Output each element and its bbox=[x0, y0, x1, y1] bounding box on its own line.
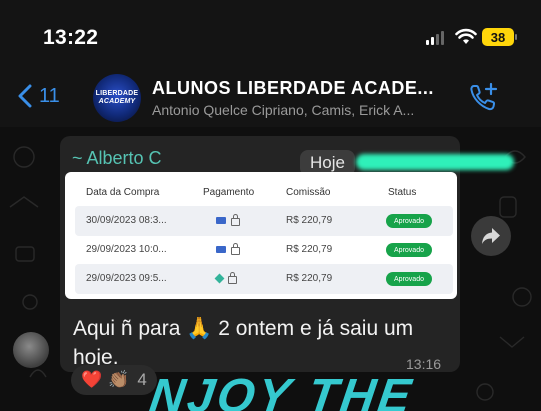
payment-method bbox=[216, 243, 240, 255]
lock-icon bbox=[231, 243, 240, 255]
wifi-icon bbox=[455, 28, 477, 44]
group-avatar[interactable]: LIBERDADE ACADEMY bbox=[93, 74, 141, 122]
column-header-date: Data da Compra bbox=[86, 187, 160, 198]
group-title[interactable]: ALUNOS LIBERDADE ACADE... bbox=[152, 78, 434, 99]
lock-icon bbox=[228, 272, 237, 284]
cellular-signal-icon bbox=[426, 31, 444, 45]
chat-area[interactable]: NJOY THE ~ Alberto C Hoje Data da Compra… bbox=[0, 127, 541, 411]
back-button[interactable]: 11 bbox=[18, 84, 60, 108]
status-badge: Aprovado bbox=[386, 214, 432, 228]
commission-value: R$ 220,79 bbox=[286, 273, 333, 284]
chevron-left-icon bbox=[18, 84, 32, 108]
avatar-logo-line2: ACADEMY bbox=[98, 98, 136, 105]
add-call-icon[interactable] bbox=[468, 82, 500, 114]
clap-reaction: 👏🏽 bbox=[108, 370, 130, 389]
message-text: Aqui ñ para 🙏 2 ontem e já saiu um hoje. bbox=[73, 317, 414, 369]
share-arrow-icon bbox=[482, 228, 500, 244]
group-members[interactable]: Antonio Quelce Cipriano, Camis, Erick A.… bbox=[152, 102, 414, 118]
column-header-status: Status bbox=[388, 187, 417, 198]
sender-avatar[interactable] bbox=[13, 332, 49, 368]
payment-method bbox=[216, 214, 240, 226]
purchase-date: 30/09/2023 08:3... bbox=[86, 215, 167, 226]
heart-reaction: ❤️ bbox=[81, 370, 103, 389]
column-header-commission: Comissão bbox=[286, 187, 331, 198]
commission-value: R$ 220,79 bbox=[286, 215, 333, 226]
credit-card-icon bbox=[216, 217, 226, 224]
table-row: 29/09/2023 09:5... R$ 220,79 Aprovado bbox=[75, 264, 453, 294]
status-bar: 13:22 38 bbox=[0, 0, 541, 70]
message-bubble[interactable]: ~ Alberto C Hoje Data da Compra Pagament… bbox=[60, 136, 514, 372]
payment-method bbox=[214, 272, 237, 284]
image-attachment[interactable]: Data da Compra Pagamento Comissão Status… bbox=[65, 172, 457, 299]
reactions-bar[interactable]: ❤️ 👏🏽 4 bbox=[71, 365, 157, 395]
reaction-count: 4 bbox=[137, 370, 147, 389]
message-timestamp: 13:16 bbox=[406, 356, 442, 372]
purchase-date: 29/09/2023 09:5... bbox=[86, 273, 167, 284]
credit-card-icon bbox=[216, 246, 226, 253]
status-badge: Aprovado bbox=[386, 272, 432, 286]
unread-count: 11 bbox=[39, 84, 60, 107]
lock-icon bbox=[231, 214, 240, 226]
chat-header: 11 LIBERDADE ACADEMY ALUNOS LIBERDADE AC… bbox=[0, 70, 541, 126]
column-header-payment: Pagamento bbox=[203, 187, 255, 198]
table-row: 29/09/2023 10:0... R$ 220,79 Aprovado bbox=[75, 235, 453, 265]
clock-time: 13:22 bbox=[43, 26, 99, 49]
background-promo-text: NJOY THE bbox=[146, 370, 417, 411]
pix-icon bbox=[214, 273, 225, 284]
sender-name[interactable]: ~ Alberto C bbox=[72, 148, 162, 169]
commission-value: R$ 220,79 bbox=[286, 244, 333, 255]
forward-button[interactable] bbox=[471, 216, 511, 256]
battery-cap bbox=[515, 34, 517, 40]
avatar-logo-line1: LIBERDADE bbox=[95, 90, 139, 97]
purchase-date: 29/09/2023 10:0... bbox=[86, 244, 167, 255]
redacted-highlight bbox=[356, 154, 514, 170]
battery-indicator: 38 bbox=[482, 28, 514, 46]
table-row: 30/09/2023 08:3... R$ 220,79 Aprovado bbox=[75, 206, 453, 236]
status-badge: Aprovado bbox=[386, 243, 432, 257]
